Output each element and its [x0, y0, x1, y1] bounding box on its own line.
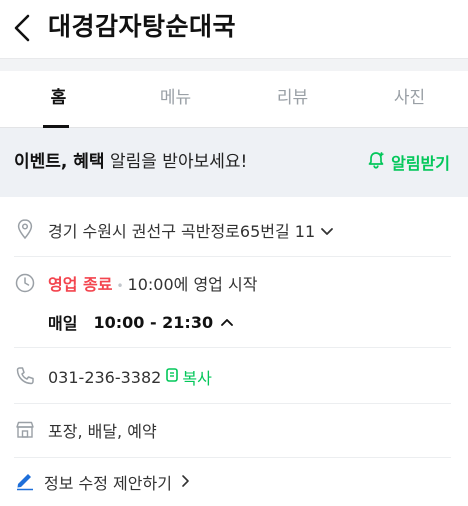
tab-bar: 홈 메뉴 리뷰 사진 [0, 71, 468, 128]
clock-icon [14, 272, 36, 294]
event-notice-text: 이벤트, 혜택 알림을 받아보세요! [14, 128, 247, 196]
daily-label: 매일 [48, 314, 78, 333]
row-divider [14, 256, 451, 257]
address-value: 경기 수원시 권선구 곡반정로65번길 11 [48, 218, 335, 242]
phone-number: 031-236-3382 [48, 368, 162, 387]
bell-plus-icon [366, 150, 386, 174]
services-row: 포장, 배달, 예약 [14, 416, 454, 444]
chevron-down-icon[interactable] [319, 223, 335, 242]
business-hours-row[interactable]: 영업 종료 • 10:00에 영업 시작 [14, 268, 454, 296]
row-divider [14, 403, 451, 404]
chevron-up-icon[interactable] [219, 316, 235, 328]
event-notice-banner: 이벤트, 혜택 알림을 받아보세요! 알림받기 [0, 128, 468, 197]
event-notice-strong: 이벤트, 혜택 [14, 152, 105, 172]
copy-label: 복사 [182, 369, 212, 388]
pencil-icon [14, 469, 36, 495]
open-status-badge: 영업 종료 [48, 275, 113, 294]
hours-status-line: 영업 종료 • 10:00에 영업 시작 [48, 271, 257, 295]
tab-review[interactable]: 리뷰 [234, 71, 351, 128]
header-bar: 대경감자탕순대국 [0, 0, 468, 58]
copy-phone-button[interactable]: 복사 [165, 365, 212, 389]
event-notice-rest: 알림을 받아보세요! [104, 152, 248, 172]
alarm-subscribe-label: 알림받기 [391, 154, 450, 173]
alarm-subscribe-button[interactable]: 알림받기 [366, 148, 450, 176]
phone-icon [14, 365, 36, 387]
section-divider [0, 58, 468, 71]
phone-row[interactable]: 031-236-3382 복사 [14, 362, 454, 390]
copy-icon [165, 367, 179, 387]
chevron-right-icon [180, 473, 190, 492]
suggest-edit-link[interactable]: 정보 수정 제안하기 [14, 469, 190, 495]
store-icon [14, 419, 36, 441]
phone-value: 031-236-3382 복사 [48, 365, 212, 389]
tab-menu[interactable]: 메뉴 [117, 71, 234, 128]
next-open-text: 10:00에 영업 시작 [127, 275, 258, 294]
back-arrow-icon[interactable] [10, 12, 38, 44]
tab-home[interactable]: 홈 [0, 71, 117, 128]
services-text: 포장, 배달, 예약 [48, 422, 157, 441]
daily-hours-value: 10:00 - 21:30 [93, 312, 214, 332]
address-row[interactable]: 경기 수원시 권선구 곡반정로65번길 11 [14, 215, 454, 243]
address-text: 경기 수원시 권선구 곡반정로65번길 11 [48, 222, 316, 241]
location-pin-icon [14, 218, 36, 240]
tab-photo[interactable]: 사진 [351, 71, 468, 128]
row-divider [14, 457, 451, 458]
suggest-edit-label: 정보 수정 제안하기 [44, 474, 172, 493]
row-divider [14, 347, 451, 348]
daily-hours[interactable]: 매일 10:00 - 21:30 [48, 310, 235, 334]
separator-dot: • [116, 278, 124, 293]
place-title: 대경감자탕순대국 [48, 12, 237, 41]
